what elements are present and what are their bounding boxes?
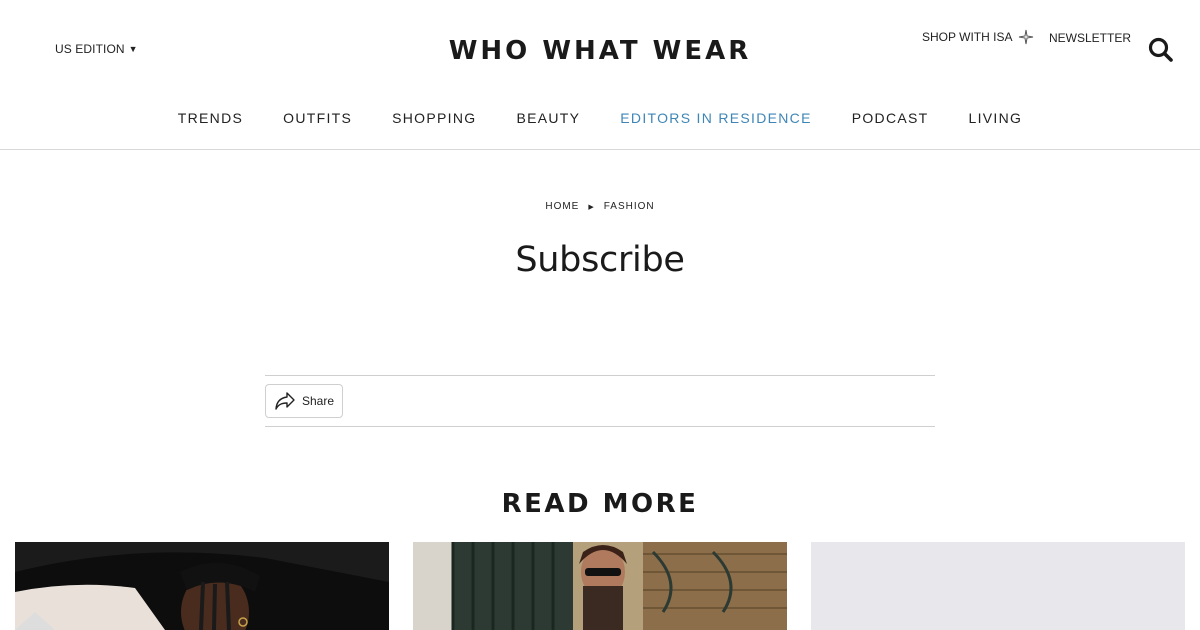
nav-item-editors-in-residence[interactable]: EDITORS IN RESIDENCE: [620, 110, 811, 126]
article-card-image-1[interactable]: [15, 542, 389, 630]
breadcrumb-home[interactable]: HOME: [545, 201, 579, 212]
read-more-heading: READ MORE: [501, 489, 699, 519]
breadcrumb: HOME ▶ FASHION: [0, 201, 1200, 212]
search-button[interactable]: [1147, 36, 1175, 64]
article-image-2: [413, 542, 787, 630]
nav-item-beauty[interactable]: BEAUTY: [516, 110, 580, 126]
nav-item-shopping[interactable]: SHOPPING: [392, 110, 476, 126]
main-nav: TRENDS OUTFITS SHOPPING BEAUTY EDITORS I…: [0, 110, 1200, 126]
share-label: Share: [302, 394, 335, 408]
share-button[interactable]: Share: [265, 384, 344, 418]
shop-with-isa-label: SHOP WITH ISA: [922, 30, 1013, 44]
breadcrumb-fashion[interactable]: FASHION: [604, 201, 655, 212]
shop-with-isa-link[interactable]: SHOP WITH ISA: [922, 29, 1034, 45]
nav-item-living[interactable]: LIVING: [968, 110, 1022, 126]
nav-item-outfits[interactable]: OUTFITS: [283, 110, 352, 126]
article-card-image-2[interactable]: [413, 542, 787, 630]
article-image-1: [15, 542, 389, 630]
page-title: Subscribe: [515, 240, 685, 280]
article-card-image-3[interactable]: [811, 542, 1185, 630]
site-header: US EDITION ▼ WHO WHAT WEAR SHOP WITH ISA…: [0, 0, 1200, 150]
search-icon: [1148, 37, 1173, 62]
nav-item-podcast[interactable]: PODCAST: [852, 110, 929, 126]
nav-item-trends[interactable]: TRENDS: [178, 110, 243, 126]
newsletter-link[interactable]: NEWSLETTER: [1049, 31, 1131, 45]
share-bar: Share: [265, 375, 935, 427]
sparkle-icon: [1018, 29, 1034, 45]
triangle-right-icon: ▶: [588, 203, 595, 211]
share-arrow-icon: [275, 392, 295, 410]
site-logo-text: WHO WHAT WEAR: [448, 36, 752, 66]
